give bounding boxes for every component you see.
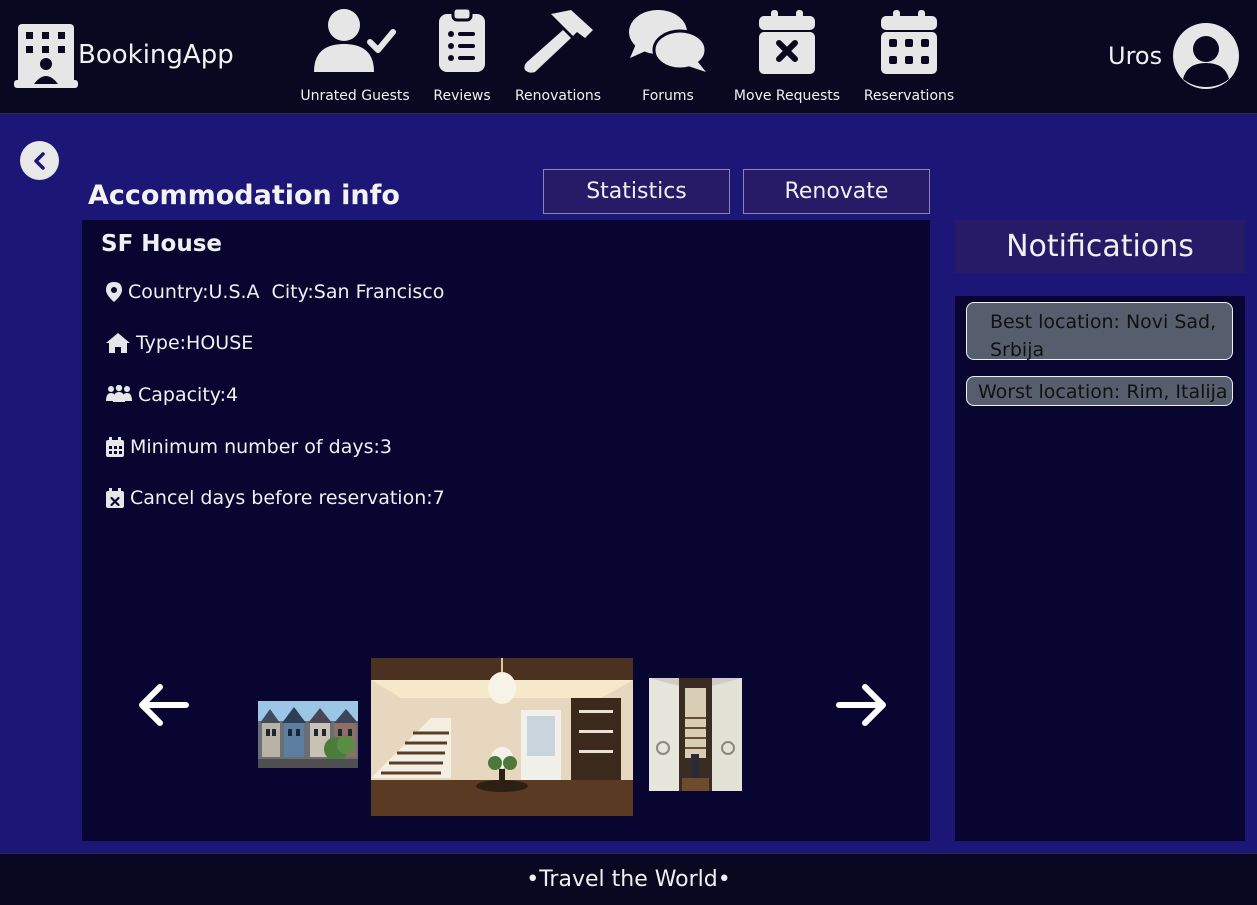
capacity-text: Capacity:4 xyxy=(138,384,239,406)
top-navigation-bar: BookingApp Unrated Guests Reviews Renova… xyxy=(0,0,1257,114)
hotel-logo-icon xyxy=(14,24,78,88)
cancel-days-row: Cancel days before reservation:7 xyxy=(106,487,445,509)
interior-foyer-photo xyxy=(371,658,633,816)
app-name: BookingApp xyxy=(78,40,234,70)
nav-label: Unrated Guests xyxy=(300,88,410,104)
statistics-button[interactable]: Statistics xyxy=(543,169,730,214)
nav-reviews[interactable]: Reviews xyxy=(433,8,491,108)
comments-icon xyxy=(629,10,708,72)
city-text: City:San Francisco xyxy=(271,281,445,303)
calendar-icon xyxy=(106,437,124,457)
min-days-text: Minimum number of days:3 xyxy=(130,436,392,458)
type-text: Type:HOUSE xyxy=(136,332,254,354)
gallery-thumbnail-next[interactable] xyxy=(649,678,742,791)
page-title: Accommodation info xyxy=(88,180,400,211)
notifications-title: Notifications xyxy=(955,220,1245,273)
notification-item[interactable]: Worst location: Rim, Italija xyxy=(966,376,1233,406)
accommodation-name: SF House xyxy=(101,231,222,257)
avatar[interactable] xyxy=(1173,23,1239,89)
user-name[interactable]: Uros xyxy=(1108,42,1162,70)
back-button[interactable] xyxy=(20,141,59,180)
nav-label: Reservations xyxy=(863,88,955,104)
footer: •Travel the World• xyxy=(0,853,1257,905)
calendar-x-icon xyxy=(759,10,815,74)
nav-forums[interactable]: Forums xyxy=(628,8,708,108)
location-row: Country:U.S.A City:San Francisco xyxy=(106,281,444,303)
type-row: Type:HOUSE xyxy=(106,332,253,354)
footer-text: •Travel the World• xyxy=(526,867,731,892)
user-avatar-icon xyxy=(1183,36,1229,87)
users-icon xyxy=(106,385,132,402)
hallway-doors-photo xyxy=(649,678,742,791)
map-marker-icon xyxy=(106,282,122,302)
victorian-houses-photo xyxy=(258,701,358,768)
nav-renovations[interactable]: Renovations xyxy=(514,8,602,108)
home-icon xyxy=(106,333,130,353)
nav-label: Reviews xyxy=(433,88,491,104)
country-text: Country:U.S.A xyxy=(128,281,260,303)
accommodation-info-panel: SF House Country:U.S.A City:San Francisc… xyxy=(82,220,930,841)
calendar-x-icon xyxy=(106,488,124,508)
clipboard-list-icon xyxy=(439,8,485,72)
min-days-row: Minimum number of days:3 xyxy=(106,436,392,458)
notification-item[interactable]: Best location: Novi Sad, Srbija xyxy=(966,302,1233,361)
chevron-left-icon xyxy=(33,151,45,170)
cancel-days-text: Cancel days before reservation:7 xyxy=(130,487,445,509)
nav-reservations[interactable]: Reservations xyxy=(863,8,955,108)
nav-label: Move Requests xyxy=(733,88,841,104)
nav-label: Forums xyxy=(642,88,694,104)
arrow-left-icon[interactable] xyxy=(136,683,190,727)
capacity-row: Capacity:4 xyxy=(106,384,238,406)
nav-move-requests[interactable]: Move Requests xyxy=(733,8,841,108)
nav-unrated-guests[interactable]: Unrated Guests xyxy=(300,8,410,108)
nav-label: Renovations xyxy=(514,88,602,104)
gallery-main-image[interactable] xyxy=(371,658,633,816)
calendar-grid-icon xyxy=(881,10,937,74)
user-check-icon xyxy=(314,9,396,72)
hammer-icon xyxy=(524,10,593,73)
arrow-right-icon[interactable] xyxy=(835,683,889,727)
notifications-panel: Best location: Novi Sad, Srbija Worst lo… xyxy=(955,296,1245,841)
renovate-button[interactable]: Renovate xyxy=(743,169,930,214)
gallery-thumbnail-previous[interactable] xyxy=(258,701,358,768)
